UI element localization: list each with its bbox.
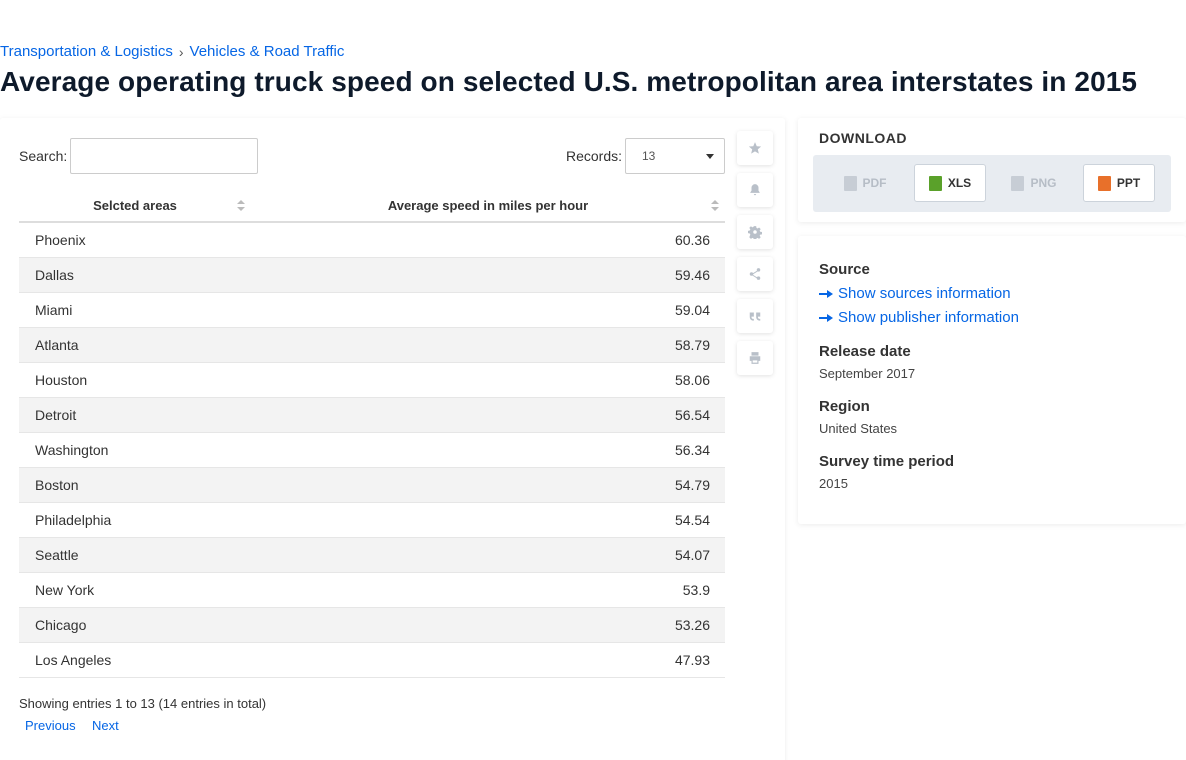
previous-page-button[interactable]: Previous	[25, 718, 76, 733]
download-ppt-label: PPT	[1116, 176, 1141, 190]
gear-icon	[748, 226, 762, 239]
ppt-file-icon	[1097, 175, 1111, 191]
table-row: Phoenix 60.36	[19, 222, 725, 258]
region-value: United States	[819, 421, 898, 436]
survey-period-value: 2015	[819, 476, 848, 491]
column-header-areas-label: Selcted areas	[93, 198, 177, 213]
download-xls-label: XLS	[947, 176, 972, 190]
notification-button[interactable]	[737, 173, 773, 207]
bell-icon	[750, 184, 760, 196]
area-cell: Los Angeles	[19, 642, 251, 678]
table-row: Philadelphia 54.54	[19, 502, 725, 538]
region-heading: Region	[819, 398, 870, 415]
area-cell: Houston	[19, 362, 251, 398]
column-header-speed[interactable]: Average speed in miles per hour	[251, 190, 725, 223]
table-row: Houston 58.06	[19, 362, 725, 398]
next-page-button[interactable]: Next	[92, 718, 119, 733]
star-icon	[748, 142, 762, 154]
side-toolbar	[737, 131, 773, 383]
download-pdf-button[interactable]: PDF	[829, 164, 901, 202]
speed-cell: 58.06	[251, 362, 725, 398]
breadcrumb-link-vehicles[interactable]: Vehicles & Road Traffic	[190, 43, 345, 60]
column-header-areas[interactable]: Selcted areas	[19, 190, 251, 223]
column-header-speed-label: Average speed in miles per hour	[387, 198, 589, 213]
download-ppt-button[interactable]: PPT	[1083, 164, 1155, 202]
table-row: Los Angeles 47.93	[19, 642, 725, 678]
cite-button[interactable]	[737, 299, 773, 333]
area-cell: Washington	[19, 432, 251, 468]
data-table: Selcted areas Average speed in miles per…	[19, 190, 725, 678]
show-sources-label: Show sources information	[838, 285, 1011, 302]
quote-icon	[749, 312, 761, 321]
show-publisher-label: Show publisher information	[838, 309, 1019, 326]
table-row: Atlanta 58.79	[19, 327, 725, 363]
speed-cell: 59.04	[251, 292, 725, 328]
speed-cell: 59.46	[251, 257, 725, 293]
records-select[interactable]: 13	[625, 138, 725, 174]
table-row: Boston 54.79	[19, 467, 725, 503]
area-cell: Philadelphia	[19, 502, 251, 538]
show-sources-link[interactable]: Show sources information	[819, 285, 1011, 302]
table-row: Detroit 56.54	[19, 397, 725, 433]
area-cell: Atlanta	[19, 327, 251, 363]
speed-cell: 54.54	[251, 502, 725, 538]
source-heading: Source	[819, 261, 870, 278]
chevron-down-icon	[706, 154, 714, 159]
speed-cell: 53.9	[251, 572, 725, 608]
sort-icon	[237, 200, 245, 212]
records-label: Records:	[566, 148, 623, 164]
print-icon	[749, 352, 761, 364]
area-cell: Detroit	[19, 397, 251, 433]
download-png-label: PNG	[1030, 176, 1057, 190]
area-cell: Boston	[19, 467, 251, 503]
speed-cell: 60.36	[251, 222, 725, 258]
page-title: Average operating truck speed on selecte…	[0, 66, 1138, 97]
area-cell: Miami	[19, 292, 251, 328]
area-cell: New York	[19, 572, 251, 608]
table-row: Dallas 59.46	[19, 257, 725, 293]
table-row: New York 53.9	[19, 572, 725, 608]
download-png-button[interactable]: PNG	[998, 164, 1070, 202]
download-title: DOWNLOAD	[819, 130, 907, 146]
print-button[interactable]	[737, 341, 773, 375]
speed-cell: 56.54	[251, 397, 725, 433]
search-label: Search:	[19, 148, 68, 164]
table-row: Washington 56.34	[19, 432, 725, 468]
area-cell: Seattle	[19, 537, 251, 573]
show-publisher-link[interactable]: Show publisher information	[819, 309, 1019, 326]
search-input[interactable]	[70, 138, 258, 174]
area-cell: Dallas	[19, 257, 251, 293]
share-icon	[749, 268, 761, 280]
table-row: Miami 59.04	[19, 292, 725, 328]
speed-cell: 47.93	[251, 642, 725, 678]
breadcrumb: Transportation & Logistics › Vehicles & …	[0, 43, 344, 60]
release-date-value: September 2017	[819, 366, 916, 381]
arrow-right-icon	[819, 313, 833, 323]
survey-period-heading: Survey time period	[819, 453, 955, 470]
release-date-heading: Release date	[819, 343, 911, 360]
speed-cell: 56.34	[251, 432, 725, 468]
settings-button[interactable]	[737, 215, 773, 249]
table-row: Chicago 53.26	[19, 607, 725, 643]
sort-icon	[711, 200, 719, 212]
arrow-right-icon	[819, 289, 833, 299]
records-select-value: 13	[642, 149, 656, 163]
favorite-button[interactable]	[737, 131, 773, 165]
breadcrumb-link-transportation[interactable]: Transportation & Logistics	[0, 43, 173, 60]
speed-cell: 58.79	[251, 327, 725, 363]
pdf-file-icon	[843, 175, 857, 191]
table-row: Seattle 54.07	[19, 537, 725, 573]
download-xls-button[interactable]: XLS	[914, 164, 986, 202]
area-cell: Chicago	[19, 607, 251, 643]
share-button[interactable]	[737, 257, 773, 291]
area-cell: Phoenix	[19, 222, 251, 258]
png-file-icon	[1011, 175, 1025, 191]
pagination-summary: Showing entries 1 to 13 (14 entries in t…	[19, 696, 267, 711]
speed-cell: 54.07	[251, 537, 725, 573]
xls-file-icon	[928, 175, 942, 191]
breadcrumb-separator: ›	[178, 43, 184, 60]
download-pdf-label: PDF	[862, 176, 887, 190]
speed-cell: 53.26	[251, 607, 725, 643]
speed-cell: 54.79	[251, 467, 725, 503]
